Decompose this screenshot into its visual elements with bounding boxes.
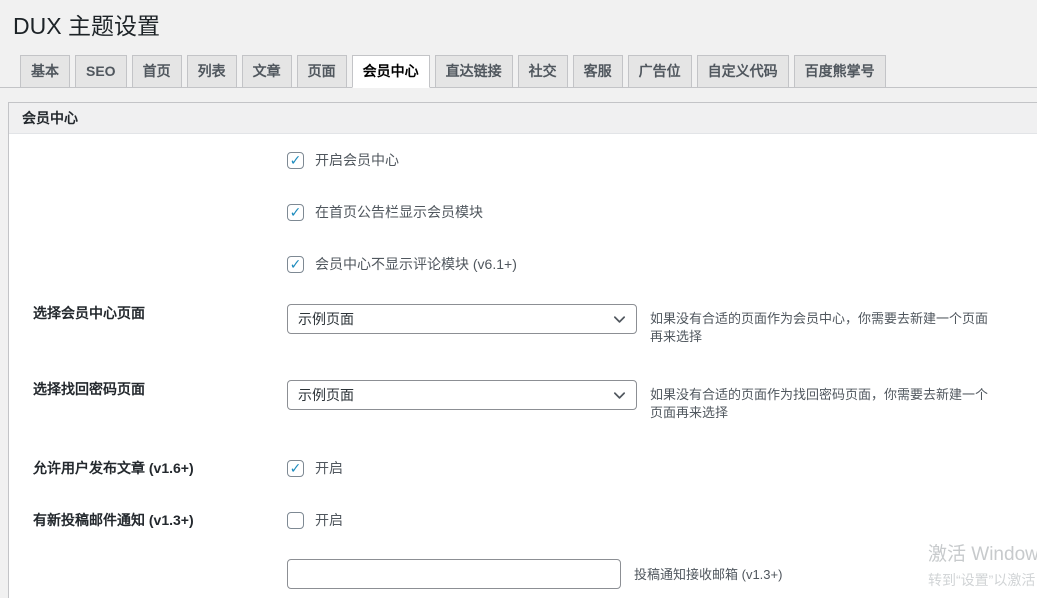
row-label: 选择找回密码页面: [9, 380, 287, 398]
show-member-module-home-checkbox[interactable]: [287, 204, 304, 221]
tab-post[interactable]: 文章: [242, 55, 292, 88]
row-label: 有新投稿邮件通知 (v1.3+): [9, 511, 287, 529]
setting-row: 选择找回密码页面 示例页面 如果没有合适的页面作为找回密码页面，你需要去新建一个…: [9, 366, 1037, 442]
setting-row: 开启会员中心: [9, 134, 1037, 186]
hide-comment-module-checkbox[interactable]: [287, 256, 304, 273]
checkbox-label: 在首页公告栏显示会员模块: [315, 203, 483, 221]
tab-basic[interactable]: 基本: [20, 55, 70, 88]
setting-row: 投稿通知接收邮箱 (v1.3+): [9, 546, 1037, 598]
hint-text: 如果没有合适的页面作为会员中心，你需要去新建一个页面 再来选择: [650, 304, 988, 346]
new-submission-email-checkbox[interactable]: [287, 512, 304, 529]
checkbox-label: 开启: [315, 459, 343, 477]
setting-row: 在首页公告栏显示会员模块: [9, 186, 1037, 238]
tab-home[interactable]: 首页: [132, 55, 182, 88]
setting-row: 会员中心不显示评论模块 (v6.1+): [9, 238, 1037, 290]
section-header: 会员中心: [9, 103, 1037, 134]
select-value: 示例页面: [298, 309, 354, 329]
row-label: 选择会员中心页面: [9, 304, 287, 322]
tab-customer-service[interactable]: 客服: [573, 55, 623, 88]
tab-seo[interactable]: SEO: [75, 55, 127, 88]
setting-row: 允许用户发布文章 (v1.6+) 开启: [9, 442, 1037, 494]
setting-row: 有新投稿邮件通知 (v1.3+) 开启: [9, 494, 1037, 546]
tab-bar: 基本 SEO 首页 列表 文章 页面 会员中心 直达链接 社交 客服 广告位 自…: [0, 55, 1037, 88]
tab-direct-links[interactable]: 直达链接: [435, 55, 513, 88]
notification-email-input[interactable]: [287, 559, 621, 589]
hint-text: 如果没有合适的页面作为找回密码页面，你需要去新建一个 页面再来选择: [650, 380, 988, 422]
page-title: DUX 主题设置: [0, 0, 1037, 41]
tab-member-center[interactable]: 会员中心: [352, 55, 430, 88]
row-label: 允许用户发布文章 (v1.6+): [9, 459, 287, 477]
checkbox-label: 开启: [315, 511, 343, 529]
password-reset-page-select[interactable]: 示例页面: [287, 380, 637, 410]
tab-custom-code[interactable]: 自定义代码: [697, 55, 789, 88]
tab-social[interactable]: 社交: [518, 55, 568, 88]
tab-ads[interactable]: 广告位: [628, 55, 692, 88]
tab-list[interactable]: 列表: [187, 55, 237, 88]
member-center-page-select[interactable]: 示例页面: [287, 304, 637, 334]
enable-member-center-checkbox[interactable]: [287, 152, 304, 169]
tab-page[interactable]: 页面: [297, 55, 347, 88]
hint-text: 投稿通知接收邮箱 (v1.3+): [634, 559, 782, 584]
select-value: 示例页面: [298, 385, 354, 405]
checkbox-label: 开启会员中心: [315, 151, 399, 169]
chevron-down-icon: [612, 388, 627, 403]
member-center-settings-panel: 会员中心 开启会员中心 在首页公告栏显示会员模块 会员中心不显示评论模块 (v6…: [8, 102, 1037, 598]
chevron-down-icon: [612, 312, 627, 327]
tab-baidu-xiongzhang[interactable]: 百度熊掌号: [794, 55, 886, 88]
allow-user-posts-checkbox[interactable]: [287, 460, 304, 477]
checkbox-label: 会员中心不显示评论模块 (v6.1+): [315, 255, 517, 273]
setting-row: 选择会员中心页面 示例页面 如果没有合适的页面作为会员中心，你需要去新建一个页面…: [9, 290, 1037, 366]
